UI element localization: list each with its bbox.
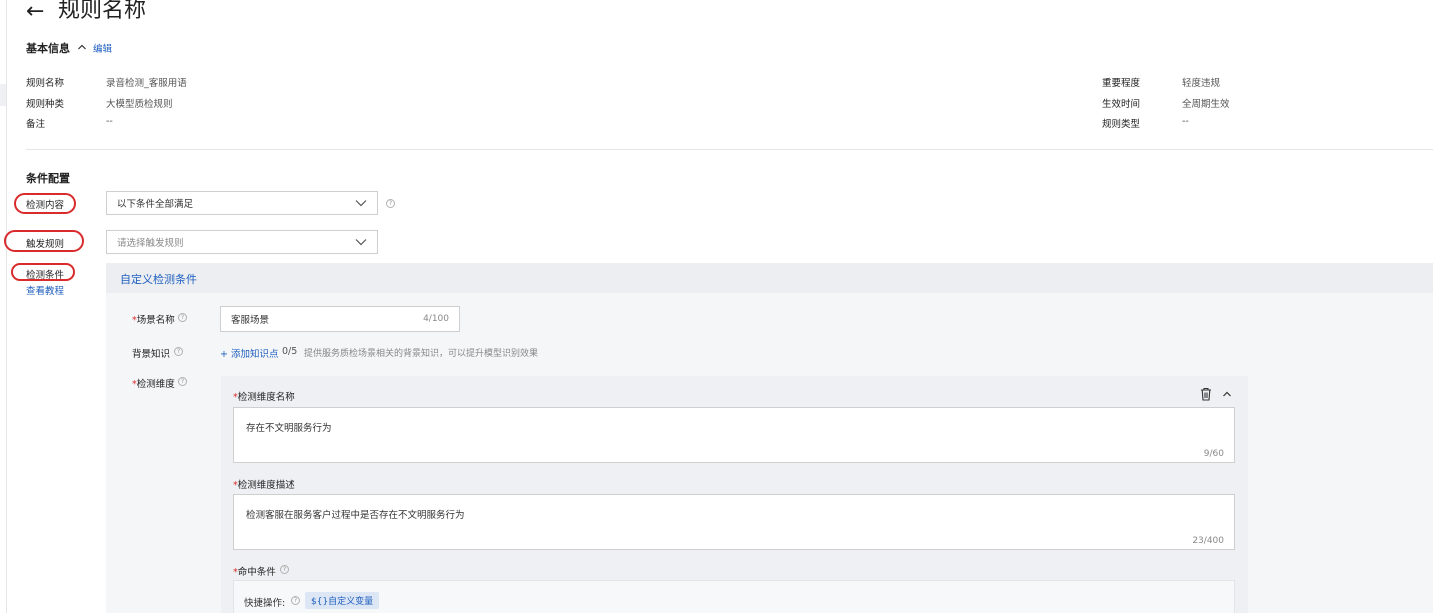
quick-actions-label: 快捷操作: [244,598,286,609]
conditions-title: 条件配置 [26,172,70,185]
trigger-rule-placeholder: 请选择触发规则 [117,238,184,249]
background-label: 背景知识 [132,349,171,360]
dimension-desc-label: *检测维度描述 [233,480,295,491]
trigger-rule-select[interactable]: 请选择触发规则 [106,230,378,254]
scene-name-value: 客服场景 [231,315,270,326]
trigger-rule-label: 触发规则 [26,239,65,250]
tutorial-link[interactable]: 查看教程 [26,283,64,297]
field-value-rule-name: 录音检测_客服用语 [106,78,187,89]
dimension-name-counter: 9/60 [1203,449,1224,459]
field-value-rule-type: -- [1182,116,1189,127]
field-label-rule-kind: 规则种类 [26,99,65,110]
section-divider [26,149,1433,150]
field-label-remark: 备注 [26,119,46,130]
dimension-desc-textarea[interactable]: 检测客服在服务客户过程中是否存在不文明服务行为 23/400 [233,494,1235,550]
help-icon[interactable]: ? [386,199,395,208]
scene-name-counter: 4/100 [423,314,449,324]
field-value-importance: 轻度违规 [1182,78,1221,89]
field-value-rule-kind: 大模型质检规则 [106,99,173,110]
edit-link[interactable]: 编辑 [93,41,112,55]
dimension-name-label: *检测维度名称 [233,392,295,403]
custom-variable-button[interactable]: ${}自定义变量 [305,592,380,609]
scene-name-input[interactable]: 客服场景 4/100 [220,306,460,332]
custom-condition-title: 自定义检测条件 [120,273,197,286]
knowledge-hint: 提供服务质检场景相关的背景知识，可以提升模型识别效果 [304,349,539,359]
knowledge-count: 0/5 [282,346,298,357]
basic-info-title: 基本信息 [26,42,70,55]
left-divider [6,0,7,613]
chevron-up-icon[interactable] [76,41,88,53]
detect-content-label: 检测内容 [26,200,65,211]
help-icon[interactable]: ? [280,565,289,574]
field-label-rule-name: 规则名称 [26,78,65,89]
hit-condition-label: *命中条件 [233,567,276,578]
field-label-rule-type: 规则类型 [1102,119,1141,130]
arrow-left-icon[interactable]: ← [26,0,44,24]
field-value-effective-time: 全周期生效 [1182,99,1230,110]
detect-content-select[interactable]: 以下条件全部满足 [106,191,378,215]
field-label-importance: 重要程度 [1102,78,1141,89]
dimension-desc-value: 检测客服在服务客户过程中是否存在不文明服务行为 [246,510,465,521]
field-label-effective-time: 生效时间 [1102,99,1141,110]
dimension-name-textarea[interactable]: 存在不文明服务行为 9/60 [233,407,1235,463]
trash-icon[interactable] [1200,387,1212,401]
scene-name-label: *场景名称 [132,315,175,326]
dimension-name-value: 存在不文明服务行为 [246,423,332,434]
chevron-down-icon [355,239,367,246]
detect-content-value: 以下条件全部满足 [117,199,194,210]
field-value-remark: -- [106,116,113,127]
help-icon[interactable]: ? [291,596,300,605]
dimension-label: *检测维度 [132,379,175,390]
help-icon[interactable]: ? [174,347,183,356]
detect-condition-label: 检测条件 [26,270,65,281]
help-icon[interactable]: ? [178,313,187,322]
custom-condition-header [106,263,1433,293]
help-icon[interactable]: ? [178,377,187,386]
hit-condition-editor[interactable] [233,580,1235,613]
chevron-up-icon[interactable] [1221,388,1233,400]
chevron-down-icon [355,200,367,207]
left-nav-marker [0,84,6,106]
add-knowledge-button[interactable]: + 添加知识点 [220,346,278,360]
page-title: 规则名称 [58,0,147,23]
dimension-desc-counter: 23/400 [1192,536,1224,546]
